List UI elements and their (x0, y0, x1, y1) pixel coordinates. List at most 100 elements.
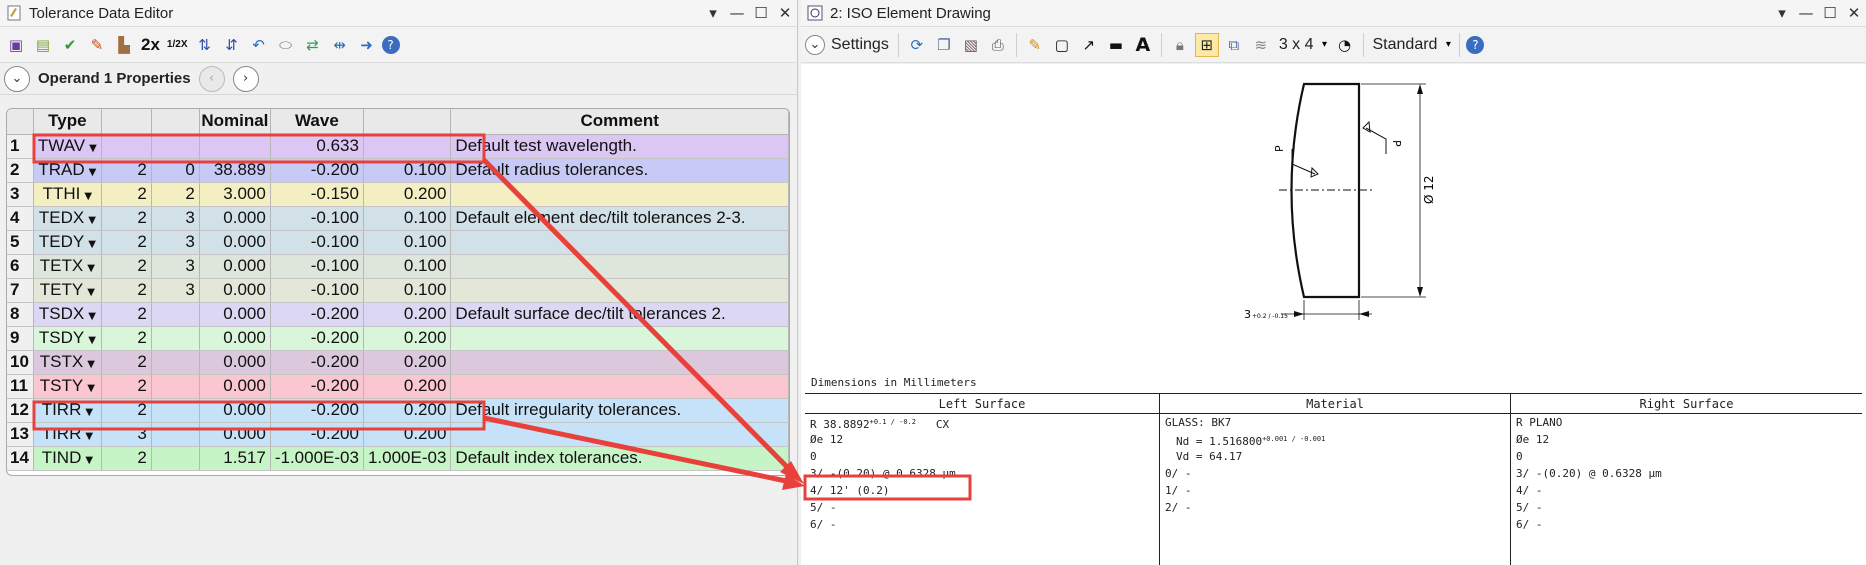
row-number[interactable]: 8 (7, 302, 34, 327)
nominal-cell[interactable]: 3.000 (199, 182, 271, 207)
nominal-cell[interactable]: 0.000 (199, 278, 271, 303)
type-cell[interactable]: TSTY ▼ (33, 374, 102, 399)
wave-cell[interactable]: -0.200 (270, 374, 364, 399)
open-icon[interactable]: ▤ (31, 33, 55, 57)
comment-cell[interactable]: Default irregularity tolerances. (450, 398, 789, 423)
help-icon[interactable]: ? (381, 35, 400, 54)
nominal-cell[interactable]: 1.517 (199, 446, 271, 471)
check-icon[interactable]: ✔ (58, 33, 82, 57)
comment-cell[interactable] (450, 182, 789, 207)
comment-cell[interactable] (450, 374, 789, 399)
clock-icon[interactable]: ◔ (1333, 33, 1357, 57)
nominal-cell[interactable]: 0.000 (199, 422, 271, 447)
wave-cell[interactable]: -0.200 (270, 350, 364, 375)
export-icon[interactable]: ▧ (959, 33, 983, 57)
chevron-down-icon[interactable]: ▼ (88, 215, 96, 226)
row-number[interactable]: 6 (7, 254, 34, 279)
chevron-down-icon[interactable]: ▼ (87, 287, 95, 298)
type-cell[interactable]: TTHI ▼ (33, 182, 102, 207)
param-cell[interactable]: 3 (101, 422, 152, 447)
comment-cell[interactable]: Default test wavelength. (450, 134, 789, 159)
param-cell[interactable]: 2 (101, 182, 152, 207)
wave-cell[interactable]: -0.200 (270, 302, 364, 327)
minimize-icon[interactable]: — (725, 1, 749, 25)
help-icon[interactable]: ? (1466, 35, 1485, 54)
row-number[interactable]: 9 (7, 326, 34, 351)
chevron-down-icon[interactable]: ▼ (85, 455, 93, 466)
text-icon[interactable]: A (1131, 33, 1155, 57)
param-cell[interactable] (151, 302, 200, 327)
chevron-down-icon[interactable]: ▼ (88, 311, 96, 322)
param-cell[interactable]: 2 (101, 350, 152, 375)
comment-cell[interactable]: Default element dec/tilt tolerances 2-3. (450, 206, 789, 231)
comment-cell[interactable] (450, 230, 789, 255)
chevron-down-icon[interactable]: ▼ (88, 239, 96, 250)
param-cell[interactable]: 3 (151, 254, 200, 279)
chevron-down-icon[interactable]: ▾ (701, 1, 725, 25)
row-number[interactable]: 2 (7, 158, 34, 183)
close-icon[interactable]: ✕ (1842, 1, 1866, 25)
param-cell[interactable]: 2 (101, 374, 152, 399)
table-row[interactable]: 1 TWAV ▼ 0.633 Default test wavelength. (7, 134, 789, 159)
comment-cell[interactable] (450, 422, 789, 447)
rectangle-icon[interactable]: ▢ (1050, 33, 1074, 57)
nominal-cell[interactable]: 0.000 (199, 302, 271, 327)
comment-cell[interactable] (450, 254, 789, 279)
collapse-icon[interactable]: ⇹ (328, 33, 352, 57)
lock-icon[interactable]: 🔒︎ (1168, 33, 1192, 57)
param-cell[interactable]: 2 (101, 278, 152, 303)
sort-alpha-icon[interactable]: ⇵ (220, 33, 244, 57)
param-cell[interactable] (151, 422, 200, 447)
row-number[interactable]: 12 (7, 398, 34, 423)
type-cell[interactable]: TEDY ▼ (33, 230, 102, 255)
param-cell[interactable]: 2 (101, 230, 152, 255)
param-cell[interactable]: 0.100 (363, 206, 452, 231)
chevron-down-icon[interactable]: ▼ (87, 359, 95, 370)
param-cell[interactable]: 0.200 (363, 326, 452, 351)
row-number[interactable]: 1 (7, 134, 34, 159)
next-operand-button[interactable]: › (232, 65, 259, 92)
zoom-2x-button[interactable]: 2x (139, 35, 162, 55)
param-cell[interactable]: 0.100 (363, 158, 452, 183)
param-cell[interactable] (151, 374, 200, 399)
param-cell[interactable] (151, 398, 200, 423)
table-row[interactable]: 6 TETX ▼ 2 3 0.000 -0.100 0.100 (7, 254, 789, 279)
param-cell[interactable]: 0.200 (363, 302, 452, 327)
comment-cell[interactable] (450, 326, 789, 351)
table-row[interactable]: 9 TSDY ▼ 2 0.000 -0.200 0.200 (7, 326, 789, 351)
param-cell[interactable]: 0.200 (363, 374, 452, 399)
param-cell[interactable] (151, 134, 200, 159)
param-cell[interactable] (151, 326, 200, 351)
wave-cell[interactable]: -0.200 (270, 422, 364, 447)
row-number[interactable]: 5 (7, 230, 34, 255)
type-cell[interactable]: TWAV ▼ (33, 134, 102, 159)
row-number[interactable]: 13 (7, 422, 34, 447)
line-icon[interactable]: ↗ (1077, 33, 1101, 57)
nominal-cell[interactable] (199, 134, 271, 159)
table-row[interactable]: 7 TETY ▼ 2 3 0.000 -0.100 0.100 (7, 278, 789, 303)
wave-cell[interactable]: -0.200 (270, 398, 364, 423)
nominal-cell[interactable]: 0.000 (199, 254, 271, 279)
param-cell[interactable]: 2 (101, 326, 152, 351)
comment-cell[interactable]: Default index tolerances. (450, 446, 789, 471)
nominal-cell[interactable]: 0.000 (199, 230, 271, 255)
minimize-icon[interactable]: — (1794, 1, 1818, 25)
param-cell[interactable]: 2 (101, 398, 152, 423)
type-cell[interactable]: TIRR ▼ (33, 422, 102, 447)
row-number[interactable]: 11 (7, 374, 34, 399)
nominal-cell[interactable]: 0.000 (199, 350, 271, 375)
copy-icon[interactable]: ❐ (932, 33, 956, 57)
table-row[interactable]: 3 TTHI ▼ 2 2 3.000 -0.150 0.200 (7, 182, 789, 207)
chevron-down-icon[interactable]: ▾ (1770, 1, 1794, 25)
chevron-down-icon[interactable]: ▼ (85, 407, 93, 418)
toggle-icon[interactable]: ⬭ (274, 33, 298, 57)
swap-icon[interactable]: ⇄ (301, 33, 325, 57)
wave-cell[interactable]: -0.100 (270, 206, 364, 231)
comment-cell[interactable] (450, 350, 789, 375)
nominal-cell[interactable]: 0.000 (199, 326, 271, 351)
expand-chevron-icon[interactable]: ⌄ (4, 65, 30, 92)
type-cell[interactable]: TSDX ▼ (33, 302, 102, 327)
table-row[interactable]: 11 TSTY ▼ 2 0.000 -0.200 0.200 (7, 374, 789, 399)
param-cell[interactable]: 3 (151, 278, 200, 303)
type-cell[interactable]: TIND ▼ (33, 446, 102, 471)
